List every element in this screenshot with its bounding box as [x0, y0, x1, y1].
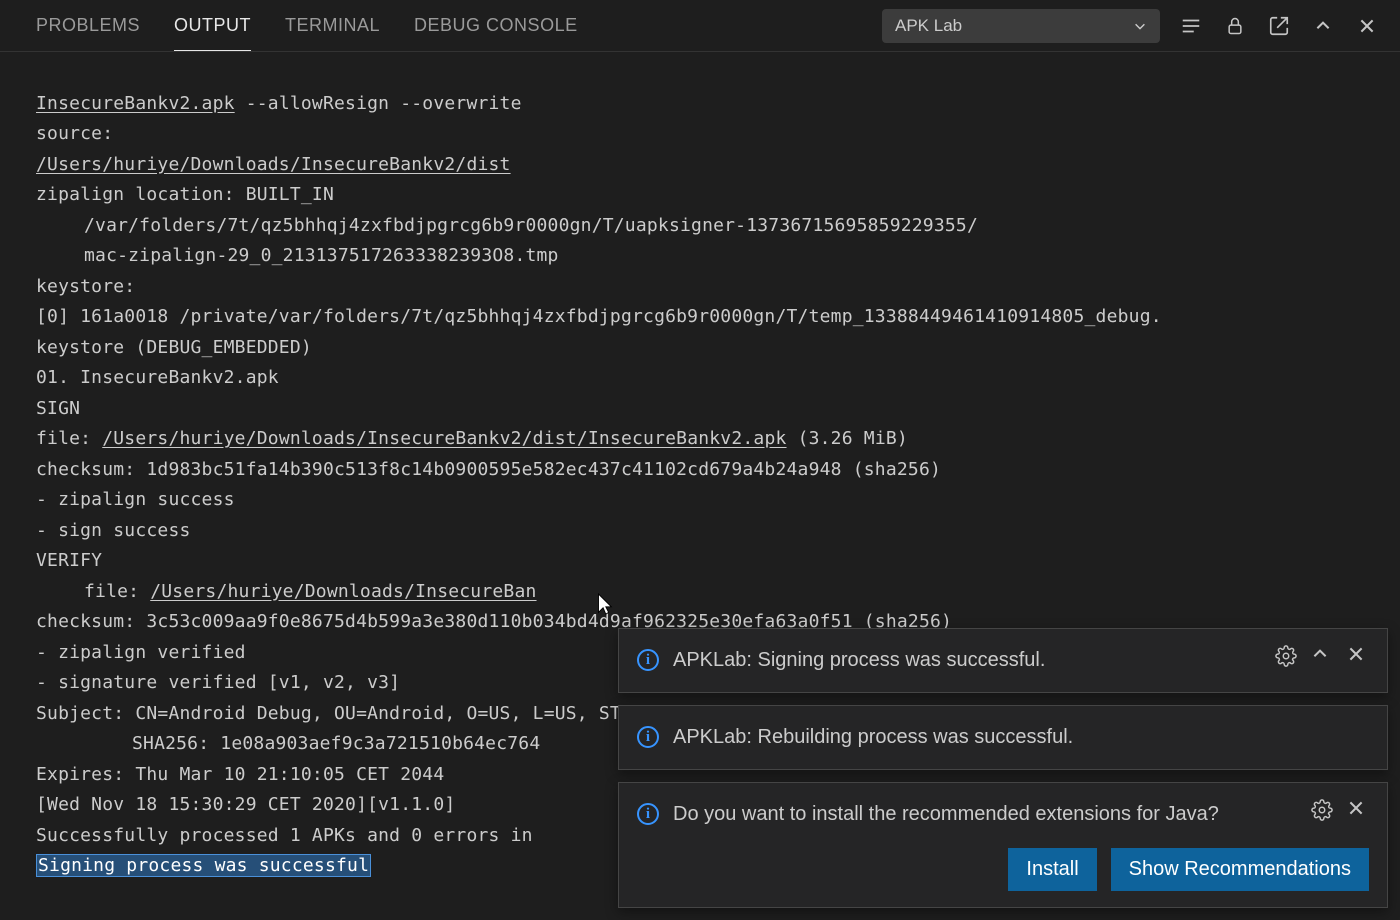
wrap-lines-icon[interactable]: [1178, 13, 1204, 39]
output-line: (3.26 MiB): [787, 428, 908, 449]
close-icon[interactable]: [1347, 799, 1369, 821]
output-line: SHA256: 1e08a903aef9c3a721510b64ec764: [36, 729, 540, 760]
output-line: - sign success: [36, 520, 191, 541]
notification-rebuilding-success: i APKLab: Rebuilding process was success…: [618, 705, 1388, 770]
install-button[interactable]: Install: [1008, 848, 1096, 891]
tab-terminal[interactable]: TERMINAL: [285, 1, 380, 50]
lock-scroll-icon[interactable]: [1222, 13, 1248, 39]
output-line: 01. InsecureBankv2.apk: [36, 367, 279, 388]
notification-message: APKLab: Rebuilding process was successfu…: [673, 722, 1369, 753]
output-line-highlighted: Signing process was successful: [36, 854, 371, 877]
output-line: [Wed Nov 18 15:30:29 CET 2020][v1.1.0]: [36, 794, 455, 815]
notification-java-recommend: i Do you want to install the recommended…: [618, 782, 1388, 908]
output-line: source:: [36, 123, 113, 144]
info-icon: i: [637, 649, 659, 671]
output-line: checksum: 1d983bc51fa14b390c513f8c14b090…: [36, 459, 941, 480]
output-line: /var/folders/7t/qz5bhhqj4zxfbdjpgrcg6b9r…: [36, 211, 978, 242]
output-line: [0] 161a0018 /private/var/folders/7t/qz5…: [36, 306, 1162, 327]
notification-stack: i APKLab: Signing process was successful…: [618, 628, 1388, 908]
info-icon: i: [637, 726, 659, 748]
gear-icon[interactable]: [1275, 645, 1297, 667]
open-log-file-icon[interactable]: [1266, 13, 1292, 39]
chevron-up-icon[interactable]: [1310, 13, 1336, 39]
panel-tab-bar: PROBLEMS OUTPUT TERMINAL DEBUG CONSOLE A…: [0, 0, 1400, 52]
output-line: keystore (DEBUG_EMBEDDED): [36, 337, 312, 358]
close-icon[interactable]: [1347, 645, 1369, 667]
show-recommendations-button[interactable]: Show Recommendations: [1111, 848, 1369, 891]
output-line: /Users/huriye/Downloads/InsecureBan: [150, 581, 536, 602]
output-line: file:: [36, 428, 102, 449]
notification-message: APKLab: Signing process was successful.: [673, 645, 1261, 676]
output-line: /Users/huriye/Downloads/InsecureBankv2/d…: [36, 154, 511, 175]
chevron-up-icon[interactable]: [1311, 645, 1333, 667]
output-line: zipalign location: BUILT_IN: [36, 184, 334, 205]
tab-debug-console[interactable]: DEBUG CONSOLE: [414, 1, 578, 50]
output-line: mac-zipalign-29_0_2131375172633382393O8.…: [36, 241, 559, 272]
output-line: Expires: Thu Mar 10 21:10:05 CET 2044: [36, 764, 444, 785]
output-line: SIGN: [36, 398, 80, 419]
tab-output[interactable]: OUTPUT: [174, 1, 251, 51]
notification-message: Do you want to install the recommended e…: [673, 799, 1297, 830]
output-channel-dropdown[interactable]: APK Lab: [882, 9, 1160, 43]
output-line: - zipalign verified: [36, 642, 246, 663]
output-line: file:: [36, 577, 150, 608]
output-line: InsecureBankv2.apk: [36, 93, 235, 114]
output-line: VERIFY: [36, 550, 102, 571]
dropdown-selected-label: APK Lab: [895, 16, 962, 36]
output-line: keystore:: [36, 276, 135, 297]
tab-problems[interactable]: PROBLEMS: [36, 1, 140, 50]
gear-icon[interactable]: [1311, 799, 1333, 821]
output-line: /Users/huriye/Downloads/InsecureBankv2/d…: [102, 428, 786, 449]
output-line: - zipalign success: [36, 489, 235, 510]
output-line: Successfully processed 1 APKs and 0 erro…: [36, 825, 533, 846]
panel-toolbar: APK Lab: [882, 9, 1380, 43]
close-panel-icon[interactable]: [1354, 13, 1380, 39]
output-line: - signature verified [v1, v2, v3]: [36, 672, 400, 693]
info-icon: i: [637, 803, 659, 825]
output-line: --allowResign --overwrite: [235, 93, 522, 114]
notification-signing-success: i APKLab: Signing process was successful…: [618, 628, 1388, 693]
chevron-down-icon: [1133, 19, 1147, 33]
